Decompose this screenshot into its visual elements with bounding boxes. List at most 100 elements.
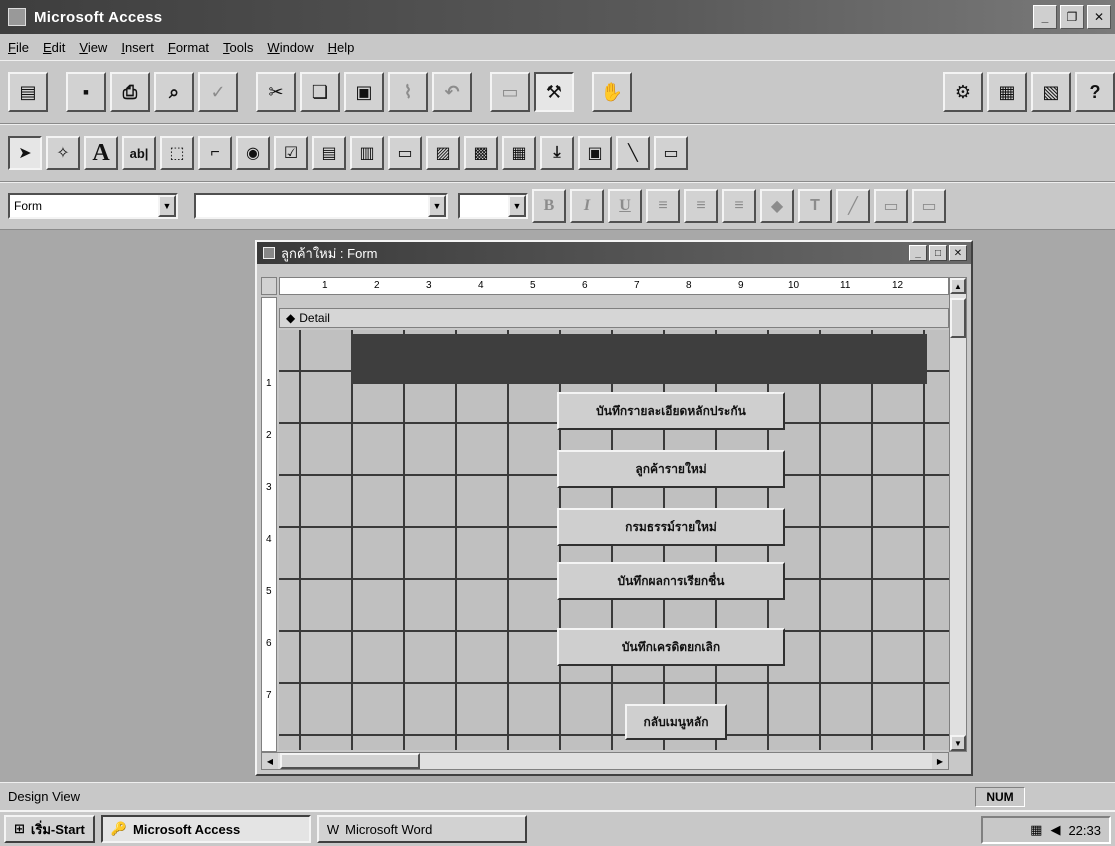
menu-help[interactable]: Help bbox=[328, 40, 355, 55]
form-selector[interactable] bbox=[261, 277, 277, 295]
field-list-icon[interactable]: ▭ bbox=[490, 72, 530, 112]
menu-format[interactable]: Format bbox=[168, 40, 209, 55]
menu-bar: File Edit View Insert Format Tools Windo… bbox=[0, 34, 1115, 60]
line-icon[interactable]: ╲ bbox=[616, 136, 650, 170]
scroll-down-icon[interactable]: ▼ bbox=[950, 735, 966, 751]
vertical-scrollbar[interactable]: ▲ ▼ bbox=[949, 277, 967, 752]
keyboard-icon[interactable]: ▦ bbox=[1030, 822, 1042, 838]
undo-icon[interactable]: ↶ bbox=[432, 72, 472, 112]
special-effect-icon[interactable]: ▭ bbox=[912, 189, 946, 223]
rectangle-icon[interactable]: ▭ bbox=[654, 136, 688, 170]
line-width-icon[interactable]: ▭ bbox=[874, 189, 908, 223]
font-name-select[interactable]: ▼ bbox=[194, 193, 448, 219]
menu-edit[interactable]: Edit bbox=[43, 40, 65, 55]
spelling-icon[interactable]: ✓ bbox=[198, 72, 238, 112]
unbound-object-frame-icon[interactable]: ▩ bbox=[464, 136, 498, 170]
fore-color-icon[interactable]: T bbox=[798, 189, 832, 223]
taskbar-item-access[interactable]: 🔑 Microsoft Access bbox=[100, 815, 311, 843]
bold-button[interactable]: B bbox=[532, 189, 566, 223]
font-size-select[interactable]: ▼ bbox=[458, 193, 528, 219]
chevron-down-icon[interactable]: ▼ bbox=[508, 195, 526, 217]
align-right-icon[interactable]: ≡ bbox=[722, 189, 756, 223]
collateral-details-button[interactable]: บันทึกรายละเอียดหลักประกัน bbox=[557, 392, 785, 430]
help-icon[interactable]: ? bbox=[1075, 72, 1115, 112]
option-group-icon[interactable]: ⬚ bbox=[160, 136, 194, 170]
section-arrow-icon: ◆ bbox=[286, 311, 296, 325]
scroll-right-icon[interactable]: ▶ bbox=[932, 753, 948, 769]
view-icon[interactable]: ▤ bbox=[8, 72, 48, 112]
maximize-button[interactable]: □ bbox=[929, 245, 947, 261]
clock[interactable]: 22:33 bbox=[1068, 823, 1101, 838]
object-select[interactable]: Form ▼ bbox=[8, 193, 178, 219]
print-preview-icon[interactable]: ⌕ bbox=[154, 72, 194, 112]
underline-button[interactable]: U bbox=[608, 189, 642, 223]
align-center-icon[interactable]: ≡ bbox=[684, 189, 718, 223]
control-wizards-icon[interactable]: ✧ bbox=[46, 136, 80, 170]
bound-object-frame-icon[interactable]: ▦ bbox=[502, 136, 536, 170]
align-left-icon[interactable]: ≡ bbox=[646, 189, 680, 223]
start-button[interactable]: ⊞ เริ่ม-Start bbox=[4, 815, 95, 843]
list-box-icon[interactable]: ▥ bbox=[350, 136, 384, 170]
database-window-icon[interactable]: ▦ bbox=[987, 72, 1027, 112]
option-button-icon[interactable]: ◉ bbox=[236, 136, 270, 170]
autoformat-icon[interactable]: ✋ bbox=[592, 72, 632, 112]
restore-button[interactable]: ❐ bbox=[1060, 5, 1084, 29]
form-icon[interactable] bbox=[263, 247, 275, 259]
credit-cancel-button[interactable]: บันทึกเครดิตยกเลิก bbox=[557, 628, 785, 666]
format-painter-icon[interactable]: ⌇ bbox=[388, 72, 428, 112]
command-button-icon[interactable]: ▭ bbox=[388, 136, 422, 170]
select-objects-icon[interactable]: ➤ bbox=[8, 136, 42, 170]
main-menu-button[interactable]: กลับเมนูหลัก bbox=[625, 704, 727, 740]
back-color-icon[interactable]: ◆ bbox=[760, 189, 794, 223]
menu-tools[interactable]: Tools bbox=[223, 40, 253, 55]
image-icon[interactable]: ▨ bbox=[426, 136, 460, 170]
horizontal-ruler[interactable]: 1 2 3 4 5 6 7 8 9 10 11 12 bbox=[279, 277, 949, 295]
vertical-ruler[interactable]: 1 2 3 4 5 6 7 bbox=[261, 297, 277, 752]
close-button[interactable]: ✕ bbox=[1087, 5, 1111, 29]
minimize-button[interactable]: _ bbox=[909, 245, 927, 261]
subform-icon[interactable]: ▣ bbox=[578, 136, 612, 170]
chevron-down-icon[interactable]: ▼ bbox=[158, 195, 176, 217]
chevron-down-icon[interactable]: ▼ bbox=[428, 195, 446, 217]
header-rectangle[interactable] bbox=[351, 334, 927, 384]
scroll-thumb[interactable] bbox=[950, 298, 966, 338]
menu-window[interactable]: Window bbox=[267, 40, 313, 55]
toggle-button-icon[interactable]: ⌐ bbox=[198, 136, 232, 170]
copy-icon[interactable]: ❏ bbox=[300, 72, 340, 112]
detail-section-bar[interactable]: ◆ Detail bbox=[279, 308, 949, 328]
check-box-icon[interactable]: ☑ bbox=[274, 136, 308, 170]
menu-view[interactable]: View bbox=[79, 40, 107, 55]
minimize-button[interactable]: _ bbox=[1033, 5, 1057, 29]
taskbar-item-word[interactable]: W Microsoft Word bbox=[316, 815, 527, 843]
close-button[interactable]: ✕ bbox=[949, 245, 967, 261]
paste-icon[interactable]: ▣ bbox=[344, 72, 384, 112]
form-window-title-bar: ลูกค้าใหม่ : Form bbox=[257, 242, 971, 264]
page-break-icon[interactable]: ⤓ bbox=[540, 136, 574, 170]
system-tray: ▦ ◀ 22:33 bbox=[981, 816, 1111, 844]
italic-button[interactable]: I bbox=[570, 189, 604, 223]
form-design-grid[interactable]: บันทึกรายละเอียดหลักประกัน ลูกค้ารายใหม่… bbox=[279, 330, 949, 750]
access-key-icon[interactable] bbox=[8, 8, 26, 26]
scroll-thumb[interactable] bbox=[280, 753, 420, 769]
save-icon[interactable]: ▪ bbox=[66, 72, 106, 112]
text-box-icon[interactable]: ab| bbox=[122, 136, 156, 170]
combo-box-icon[interactable]: ▤ bbox=[312, 136, 346, 170]
new-customer-button[interactable]: ลูกค้ารายใหม่ bbox=[557, 450, 785, 488]
scroll-left-icon[interactable]: ◀ bbox=[262, 753, 278, 769]
new-object-icon[interactable]: ▧ bbox=[1031, 72, 1071, 112]
menu-insert[interactable]: Insert bbox=[121, 40, 154, 55]
speaker-icon[interactable]: ◀ bbox=[1050, 822, 1060, 838]
menu-file[interactable]: File bbox=[8, 40, 29, 55]
toolbox-icon[interactable]: ⚒ bbox=[534, 72, 574, 112]
new-policy-button[interactable]: กรมธรรม์รายใหม่ bbox=[557, 508, 785, 546]
access-key-icon: 🔑 bbox=[110, 821, 128, 836]
scroll-up-icon[interactable]: ▲ bbox=[950, 278, 966, 294]
label-icon[interactable]: A bbox=[84, 136, 118, 170]
print-icon[interactable]: ⎙ bbox=[110, 72, 150, 112]
line-color-icon[interactable]: ╱ bbox=[836, 189, 870, 223]
horizontal-scrollbar[interactable]: ◀ ▶ bbox=[261, 752, 949, 770]
claims-record-button[interactable]: บันทึกผลการเรียกชื่น bbox=[557, 562, 785, 600]
status-bar: Design View NUM bbox=[0, 782, 1115, 810]
cut-icon[interactable]: ✂ bbox=[256, 72, 296, 112]
build-icon[interactable]: ⚙ bbox=[943, 72, 983, 112]
